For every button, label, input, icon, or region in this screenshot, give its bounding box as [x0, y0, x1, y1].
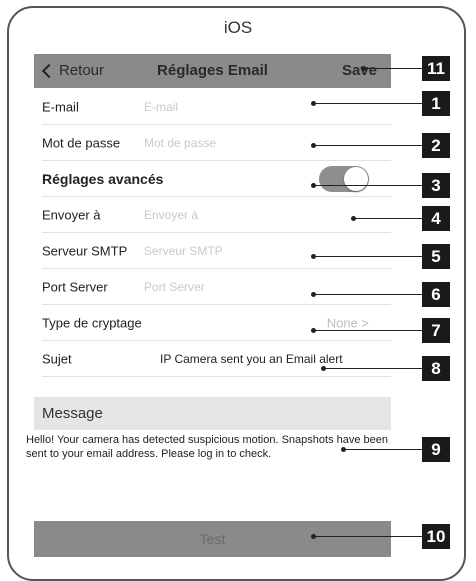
advanced-settings-toggle[interactable]: [319, 166, 369, 192]
server-port-field[interactable]: Port Server: [144, 280, 205, 294]
send-to-field[interactable]: Envoyer à: [144, 208, 198, 222]
test-button[interactable]: Test: [34, 521, 391, 557]
send-to-label: Envoyer à: [42, 207, 101, 223]
password-label: Mot de passe: [42, 135, 121, 151]
toggle-knob: [344, 167, 368, 191]
callout-badge-6: 6: [422, 282, 450, 307]
callout-line-5: [311, 254, 422, 259]
callout-badge-11: 11: [422, 56, 450, 81]
smtp-server-label: Serveur SMTP: [42, 243, 128, 259]
page-title: Réglages Email: [157, 62, 268, 79]
navigation-bar: Retour Réglages Email Save: [34, 54, 391, 88]
callout-badge-4: 4: [422, 206, 450, 231]
callout-badge-5: 5: [422, 244, 450, 269]
email-label: E-mail: [42, 99, 79, 115]
callout-badge-8: 8: [422, 356, 450, 381]
password-row: Mot de passe Mot de passe: [34, 125, 391, 161]
advanced-settings-row: Réglages avancés: [34, 161, 391, 197]
callout-badge-1: 1: [422, 91, 450, 116]
callout-line-8: [321, 366, 422, 371]
subject-label: Sujet: [42, 351, 72, 367]
callout-badge-9: 9: [422, 437, 450, 462]
server-port-row: Port Server Port Server: [34, 269, 391, 305]
callout-line-2: [311, 143, 422, 148]
subject-field[interactable]: IP Camera sent you an Email alert: [160, 352, 343, 366]
message-section-header: Message: [34, 397, 391, 430]
server-port-label: Port Server: [42, 279, 108, 295]
callout-line-9: [341, 447, 422, 452]
email-row: E-mail E-mail: [34, 89, 391, 125]
callout-badge-7: 7: [422, 318, 450, 343]
chevron-right-icon: >: [361, 315, 369, 331]
save-button[interactable]: Save: [342, 62, 377, 79]
encryption-type-row[interactable]: Type de cryptage None >: [34, 305, 391, 341]
email-field[interactable]: E-mail: [144, 100, 178, 114]
callout-badge-10: 10: [422, 524, 450, 549]
test-button-label: Test: [199, 531, 226, 547]
callout-badge-3: 3: [422, 173, 450, 198]
settings-screen: Retour Réglages Email Save E-mail E-mail…: [26, 54, 391, 559]
callout-line-10: [311, 534, 422, 539]
callout-badge-2: 2: [422, 133, 450, 158]
callout-line-6: [311, 292, 422, 297]
encryption-type-value: None: [326, 315, 358, 331]
callout-line-3: [311, 183, 422, 188]
callout-line-4: [351, 216, 422, 221]
smtp-server-field[interactable]: Serveur SMTP: [144, 244, 223, 258]
os-label: iOS: [223, 18, 253, 37]
callout-line-7: [311, 328, 422, 333]
encryption-type-select[interactable]: None >: [327, 316, 369, 331]
callout-line-1: [311, 101, 422, 106]
subject-row: Sujet IP Camera sent you an Email alert: [34, 341, 391, 377]
smtp-server-row: Serveur SMTP Serveur SMTP: [34, 233, 391, 269]
advanced-settings-label: Réglages avancés: [42, 171, 164, 187]
send-to-row: Envoyer à Envoyer à: [34, 197, 391, 233]
encryption-type-label: Type de cryptage: [42, 315, 142, 331]
message-header-label: Message: [42, 405, 103, 422]
password-field[interactable]: Mot de passe: [144, 136, 216, 150]
callout-line-11: [361, 66, 422, 71]
